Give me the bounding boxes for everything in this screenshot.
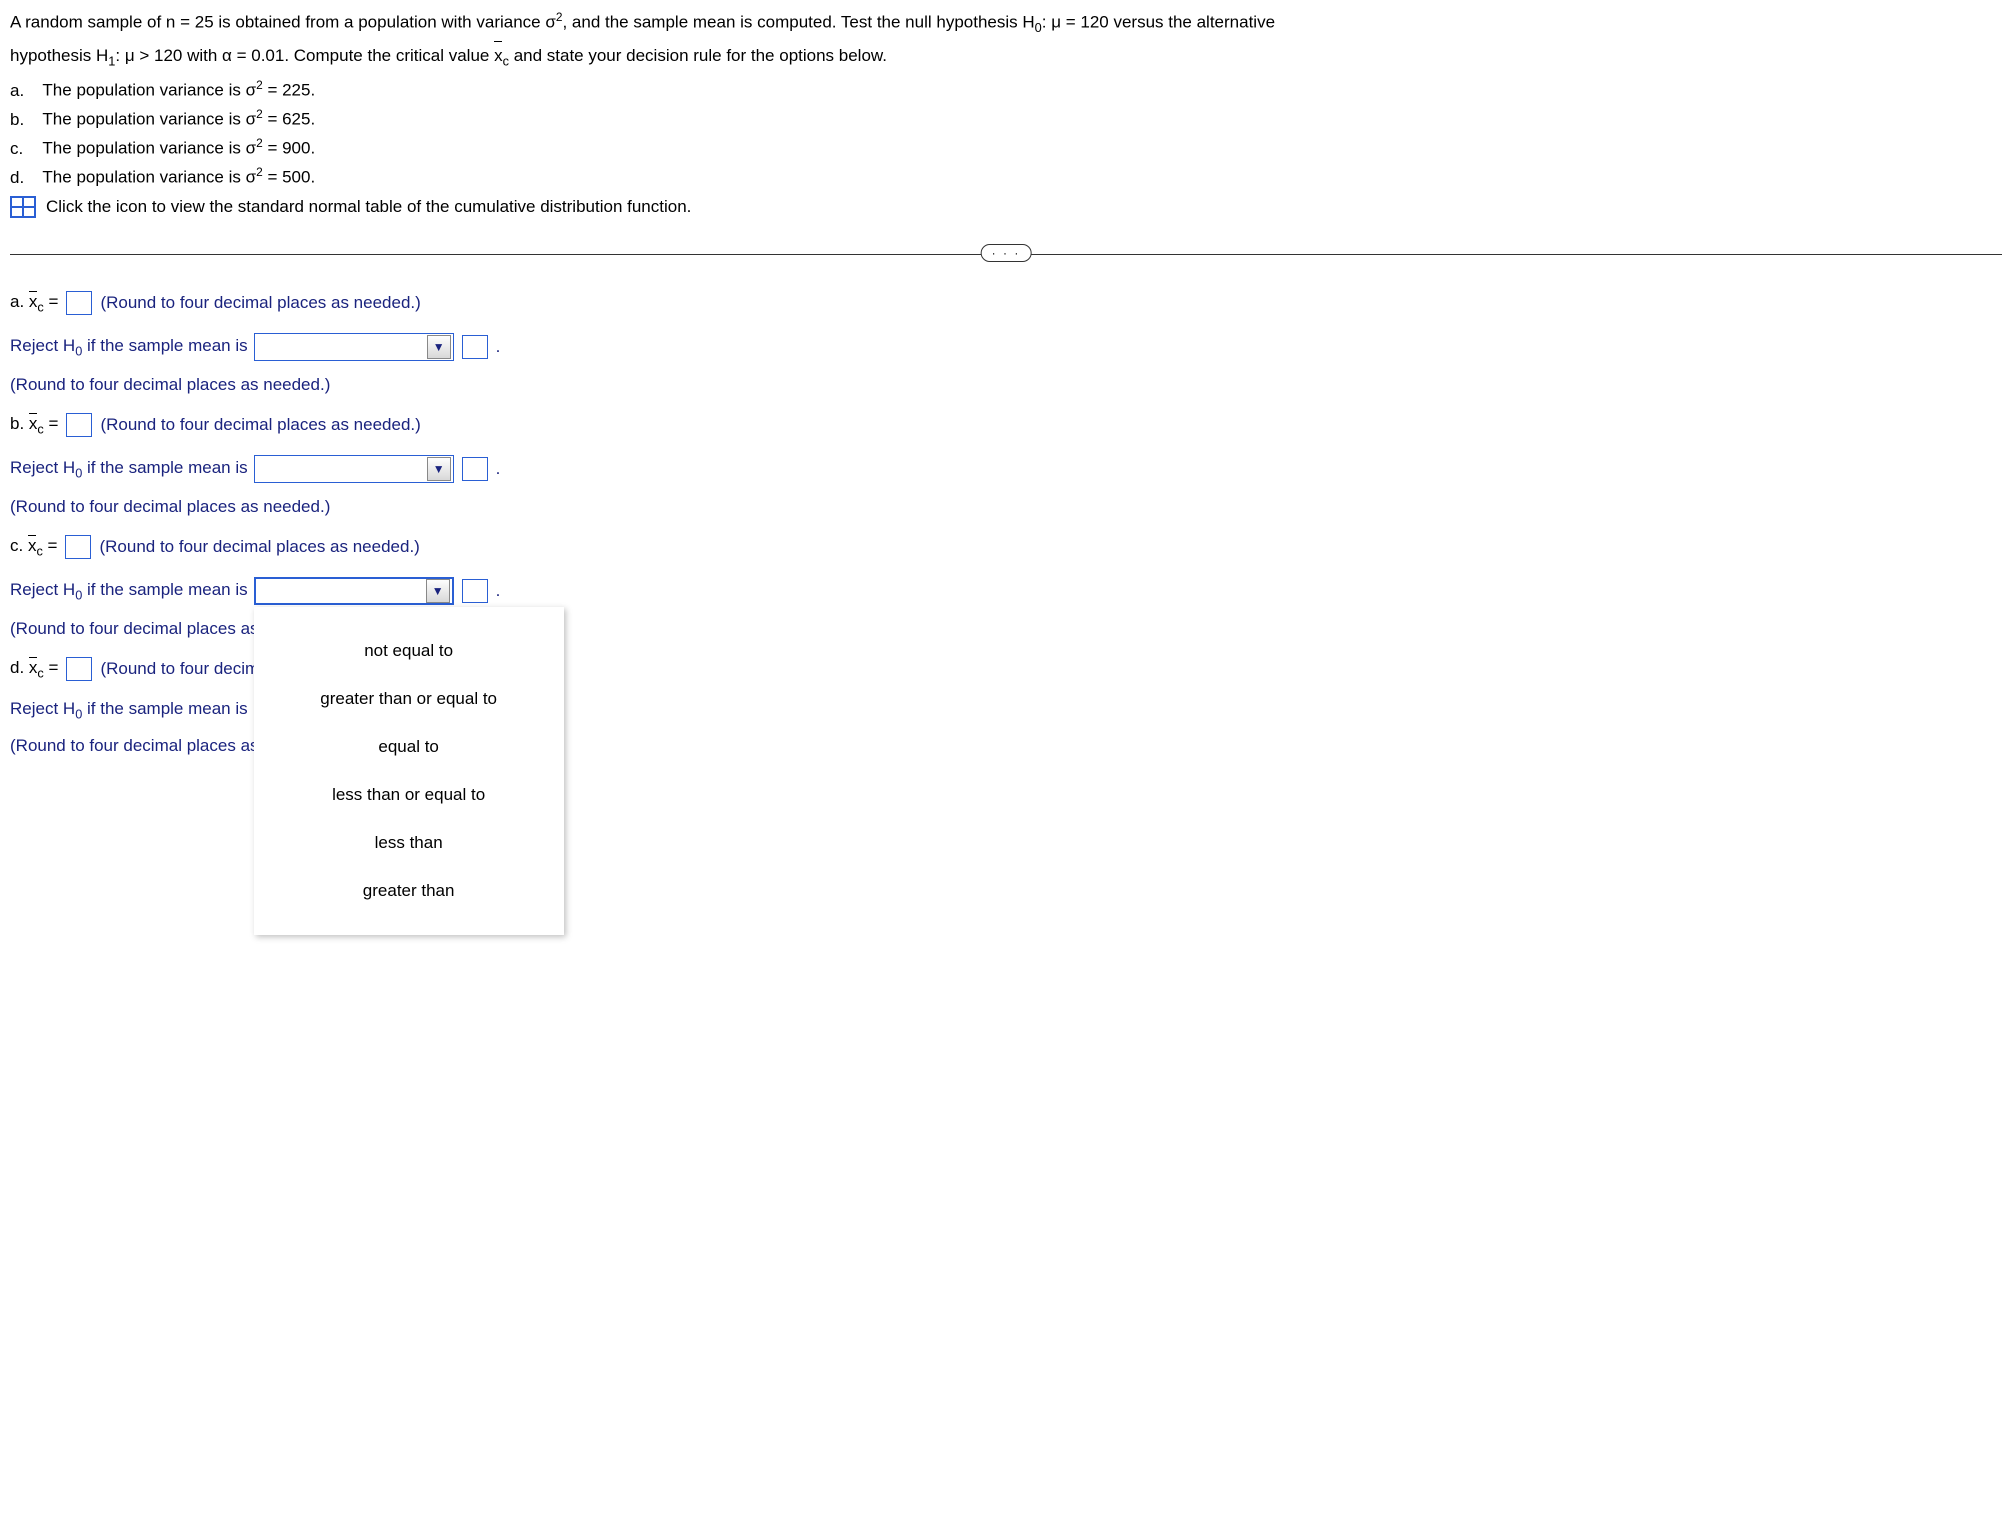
part-label: a. xyxy=(10,292,29,311)
xbar-symbol: x xyxy=(29,658,38,677)
part-b-comparison-select[interactable]: ▼ xyxy=(254,455,454,483)
intro-text: : μ = 120 versus the alternative xyxy=(1042,13,1275,32)
part-label: c. xyxy=(10,536,28,555)
dropdown-option-lt[interactable]: less than xyxy=(254,819,564,867)
part-c-xc-input[interactable] xyxy=(65,535,91,559)
xbar-symbol: x xyxy=(29,414,38,433)
expand-badge[interactable]: · · · xyxy=(981,244,1032,262)
xbar-symbol: x xyxy=(29,292,38,311)
option-label: b. xyxy=(10,110,38,130)
intro-text: hypothesis H xyxy=(10,46,108,65)
intro-text: , and the sample mean is computed. Test … xyxy=(562,13,1034,32)
dropdown-option-not-equal[interactable]: not equal to xyxy=(254,627,564,675)
part-b-decision: Reject H0 if the sample mean is ▼ . xyxy=(10,455,2002,483)
round-hint: (Round to four decimal places as needed.… xyxy=(100,415,420,435)
question-intro-line1: A random sample of n = 25 is obtained fr… xyxy=(10,8,2002,38)
equals-text: = xyxy=(44,414,59,433)
part-a-comparison-select[interactable]: ▼ xyxy=(254,333,454,361)
part-b-critical: b. xc = (Round to four decimal places as… xyxy=(10,413,2002,437)
part-d-xc-input[interactable] xyxy=(66,657,92,681)
option-text: = 500. xyxy=(263,168,315,187)
part-c-value-input[interactable] xyxy=(462,579,488,603)
reject-text: Reject H xyxy=(10,699,75,718)
reject-text: if the sample mean is xyxy=(82,580,247,599)
h0-sub: 0 xyxy=(1035,20,1042,35)
reject-text: Reject H xyxy=(10,580,75,599)
dropdown-arrow-icon: ▼ xyxy=(427,457,451,481)
reject-text: Reject H xyxy=(10,458,75,477)
sigma-sup: 2 xyxy=(256,78,263,92)
table-icon[interactable] xyxy=(10,196,36,218)
option-label: c. xyxy=(10,139,38,159)
reject-text: if the sample mean is xyxy=(82,699,247,718)
part-label: b. xyxy=(10,414,29,433)
option-text: = 900. xyxy=(263,139,315,158)
option-label: d. xyxy=(10,168,38,188)
option-text: The population variance is σ xyxy=(42,110,256,129)
option-c: c. The population variance is σ2 = 900. xyxy=(10,136,2002,159)
part-a-value-input[interactable] xyxy=(462,335,488,359)
part-c-decision: Reject H0 if the sample mean is ▼ not eq… xyxy=(10,577,2002,605)
xbar-symbol: x xyxy=(494,46,503,65)
intro-text: A random sample of n = 25 is obtained fr… xyxy=(10,13,556,32)
part-b-value-input[interactable] xyxy=(462,457,488,481)
round-hint: (Round to four decima xyxy=(100,659,268,679)
reject-text: if the sample mean is xyxy=(82,336,247,355)
intro-text: and state your decision rule for the opt… xyxy=(509,46,887,65)
equals-text: = xyxy=(44,658,59,677)
option-text: The population variance is σ xyxy=(42,81,256,100)
variance-option-list: a. The population variance is σ2 = 225. … xyxy=(10,78,2002,188)
sigma-sup: 2 xyxy=(256,107,263,121)
intro-text: : μ > 120 with α = 0.01. Compute the cri… xyxy=(115,46,494,65)
period: . xyxy=(496,337,501,357)
part-b-xc-input[interactable] xyxy=(66,413,92,437)
period: . xyxy=(496,459,501,479)
comparison-dropdown-menu: not equal to greater than or equal to eq… xyxy=(254,607,564,935)
section-divider: · · · xyxy=(10,254,2002,255)
question-intro-line2: hypothesis H1: μ > 120 with α = 0.01. Co… xyxy=(10,42,2002,72)
round-hint: (Round to four decimal places as needed.… xyxy=(100,293,420,313)
part-a-critical: a. xc = (Round to four decimal places as… xyxy=(10,291,2002,315)
option-label: a. xyxy=(10,81,38,101)
sigma-sup: 2 xyxy=(256,165,263,179)
dropdown-option-equal[interactable]: equal to xyxy=(254,723,564,771)
round-hint: (Round to four decimal places as needed.… xyxy=(10,497,2002,517)
option-text: The population variance is σ xyxy=(42,139,256,158)
dropdown-option-gte[interactable]: greater than or equal to xyxy=(254,675,564,723)
part-a-decision: Reject H0 if the sample mean is ▼ . xyxy=(10,333,2002,361)
dropdown-arrow-icon: ▼ xyxy=(426,579,450,603)
sigma-sup: 2 xyxy=(256,136,263,150)
option-text: The population variance is σ xyxy=(42,168,256,187)
option-d: d. The population variance is σ2 = 500. xyxy=(10,165,2002,188)
table-link-text[interactable]: Click the icon to view the standard norm… xyxy=(46,197,691,217)
table-link-row[interactable]: Click the icon to view the standard norm… xyxy=(10,196,2002,218)
reject-text: Reject H xyxy=(10,336,75,355)
option-a: a. The population variance is σ2 = 225. xyxy=(10,78,2002,101)
equals-text: = xyxy=(43,536,58,555)
xbar-symbol: x xyxy=(28,536,37,555)
dropdown-option-gt[interactable]: greater than xyxy=(254,867,564,915)
part-c-critical: c. xc = (Round to four decimal places as… xyxy=(10,535,2002,559)
option-b: b. The population variance is σ2 = 625. xyxy=(10,107,2002,130)
part-c-comparison-select[interactable]: ▼ xyxy=(254,577,454,605)
dropdown-arrow-icon: ▼ xyxy=(427,335,451,359)
equals-text: = xyxy=(44,292,59,311)
dropdown-option-lte[interactable]: less than or equal to xyxy=(254,771,564,819)
part-label: d. xyxy=(10,658,29,677)
reject-text: if the sample mean is xyxy=(82,458,247,477)
period: . xyxy=(496,581,501,601)
round-hint: (Round to four decimal places as needed.… xyxy=(99,537,419,557)
round-hint: (Round to four decimal places as needed.… xyxy=(10,375,2002,395)
option-text: = 225. xyxy=(263,81,315,100)
option-text: = 625. xyxy=(263,110,315,129)
part-a-xc-input[interactable] xyxy=(66,291,92,315)
